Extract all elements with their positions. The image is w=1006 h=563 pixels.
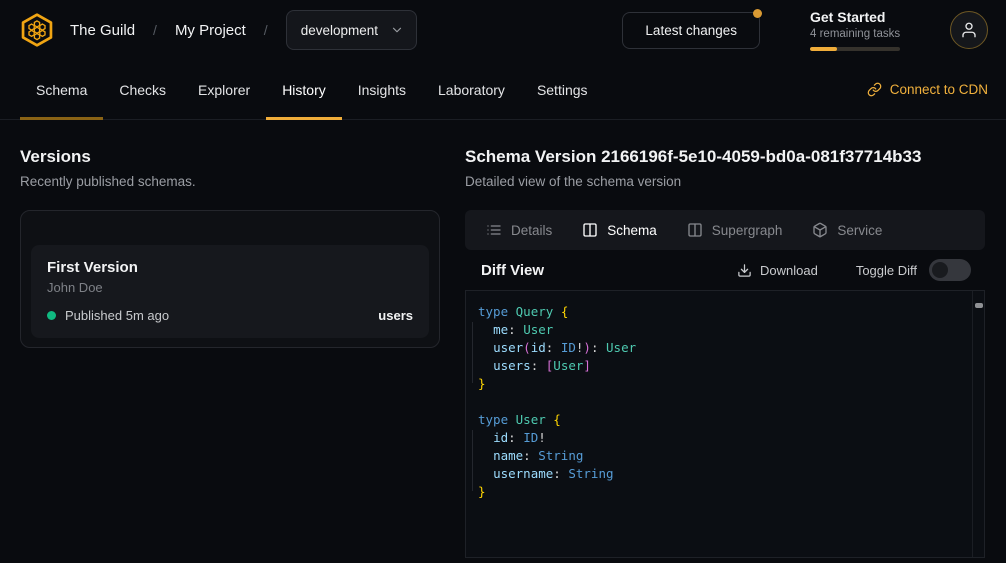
version-title: First Version: [47, 259, 413, 276]
detail-tab-label: Service: [837, 223, 882, 238]
detail-tab-supergraph[interactable]: Supergraph: [672, 210, 798, 250]
scrollbar-thumb[interactable]: [975, 303, 983, 308]
environment-select[interactable]: development: [286, 10, 417, 50]
progress-bar: [810, 47, 900, 51]
code-line: [478, 393, 960, 411]
versions-list-card: First Version John Doe Published 5m ago …: [20, 210, 440, 348]
get-started-widget[interactable]: Get Started 4 remaining tasks: [810, 9, 900, 51]
detail-tab-label: Details: [511, 223, 552, 238]
diff-toolbar: Diff View Download Toggle Diff: [465, 250, 985, 290]
code-line: }: [478, 483, 960, 501]
schema-version-title: Schema Version 2166196f-5e10-4059-bd0a-0…: [465, 147, 985, 167]
version-status-row: Published 5m ago users: [47, 308, 413, 323]
tab-settings[interactable]: Settings: [521, 60, 604, 119]
code-line: id: ID!: [478, 429, 960, 447]
download-button[interactable]: Download: [737, 263, 818, 278]
columns-icon: [582, 222, 598, 238]
service-badge: users: [378, 308, 413, 323]
code-line: username: String: [478, 465, 960, 483]
columns-icon: [687, 222, 703, 238]
code-line: name: String: [478, 447, 960, 465]
progress-fill: [810, 47, 837, 51]
latest-changes-label: Latest changes: [645, 23, 737, 38]
breadcrumb-project[interactable]: My Project: [175, 22, 246, 39]
code-line: users: [User]: [478, 357, 960, 375]
top-bar: The Guild / My Project / development Lat…: [0, 0, 1006, 60]
tab-checks[interactable]: Checks: [103, 60, 182, 119]
detail-tab-service[interactable]: Service: [797, 210, 897, 250]
code-line: type User {: [478, 411, 960, 429]
code-scrollbar[interactable]: [972, 291, 984, 557]
versions-title: Versions: [20, 147, 440, 167]
cube-icon: [812, 222, 828, 238]
code-lines[interactable]: type Query { me: User user(id: ID!): Use…: [466, 291, 984, 513]
tab-laboratory[interactable]: Laboratory: [422, 60, 521, 119]
diff-toolbar-actions: Download Toggle Diff: [737, 259, 985, 281]
code-line: }: [478, 375, 960, 393]
detail-tab-label: Supergraph: [712, 223, 783, 238]
versions-subtitle: Recently published schemas.: [20, 174, 440, 189]
tab-history[interactable]: History: [266, 60, 342, 119]
switch-knob: [932, 262, 948, 278]
top-bar-right: Latest changes Get Started 4 remaining t…: [622, 9, 988, 51]
code-block: type Query { me: User user(id: ID!): Use…: [465, 290, 985, 558]
schema-version-subtitle: Detailed view of the schema version: [465, 174, 985, 189]
toggle-diff-label: Toggle Diff: [856, 263, 917, 278]
latest-changes-button[interactable]: Latest changes: [622, 12, 760, 49]
tab-schema[interactable]: Schema: [20, 60, 103, 119]
detail-tabs: Details Schema Supergraph Service: [465, 210, 985, 250]
chevron-down-icon: [390, 23, 404, 37]
diff-toggle-switch[interactable]: [929, 259, 971, 281]
link-icon: [867, 82, 882, 97]
breadcrumb-separator: /: [153, 22, 157, 38]
tab-explorer[interactable]: Explorer: [182, 60, 266, 119]
connect-cdn-link[interactable]: Connect to CDN: [867, 60, 988, 119]
environment-select-value: development: [301, 23, 378, 38]
schema-version-panel: Schema Version 2166196f-5e10-4059-bd0a-0…: [465, 120, 985, 563]
app-root: The Guild / My Project / development Lat…: [0, 0, 1006, 563]
toggle-diff-group: Toggle Diff: [856, 259, 971, 281]
diff-view-title: Diff View: [481, 262, 544, 279]
download-label: Download: [760, 263, 818, 278]
avatar[interactable]: [950, 11, 988, 49]
get-started-subtitle: 4 remaining tasks: [810, 28, 900, 40]
breadcrumb-separator: /: [264, 22, 268, 38]
version-status: Published 5m ago: [65, 308, 169, 323]
main-nav: Schema Checks Explorer History Insights …: [0, 60, 1006, 120]
connect-cdn-label: Connect to CDN: [890, 82, 988, 97]
breadcrumb-org[interactable]: The Guild: [70, 22, 135, 39]
detail-tab-details[interactable]: Details: [471, 210, 567, 250]
indent-guide: [472, 430, 473, 491]
tab-insights[interactable]: Insights: [342, 60, 422, 119]
detail-tab-label: Schema: [607, 223, 657, 238]
code-line: me: User: [478, 321, 960, 339]
versions-panel: Versions Recently published schemas. Fir…: [20, 120, 440, 563]
user-icon: [960, 21, 978, 39]
code-line: user(id: ID!): User: [478, 339, 960, 357]
detail-tab-schema[interactable]: Schema: [567, 210, 672, 250]
breadcrumb: The Guild / My Project / development: [70, 10, 417, 50]
indent-guide: [472, 322, 473, 383]
code-line: type Query {: [478, 303, 960, 321]
list-icon: [486, 222, 502, 238]
hive-logo-icon[interactable]: [18, 11, 56, 49]
published-dot: [47, 311, 56, 320]
download-icon: [737, 263, 752, 278]
main-content: Versions Recently published schemas. Fir…: [0, 120, 1006, 563]
version-list-item[interactable]: First Version John Doe Published 5m ago …: [31, 245, 429, 338]
notification-dot: [753, 9, 762, 18]
get-started-title: Get Started: [810, 9, 900, 25]
version-author: John Doe: [47, 280, 413, 295]
